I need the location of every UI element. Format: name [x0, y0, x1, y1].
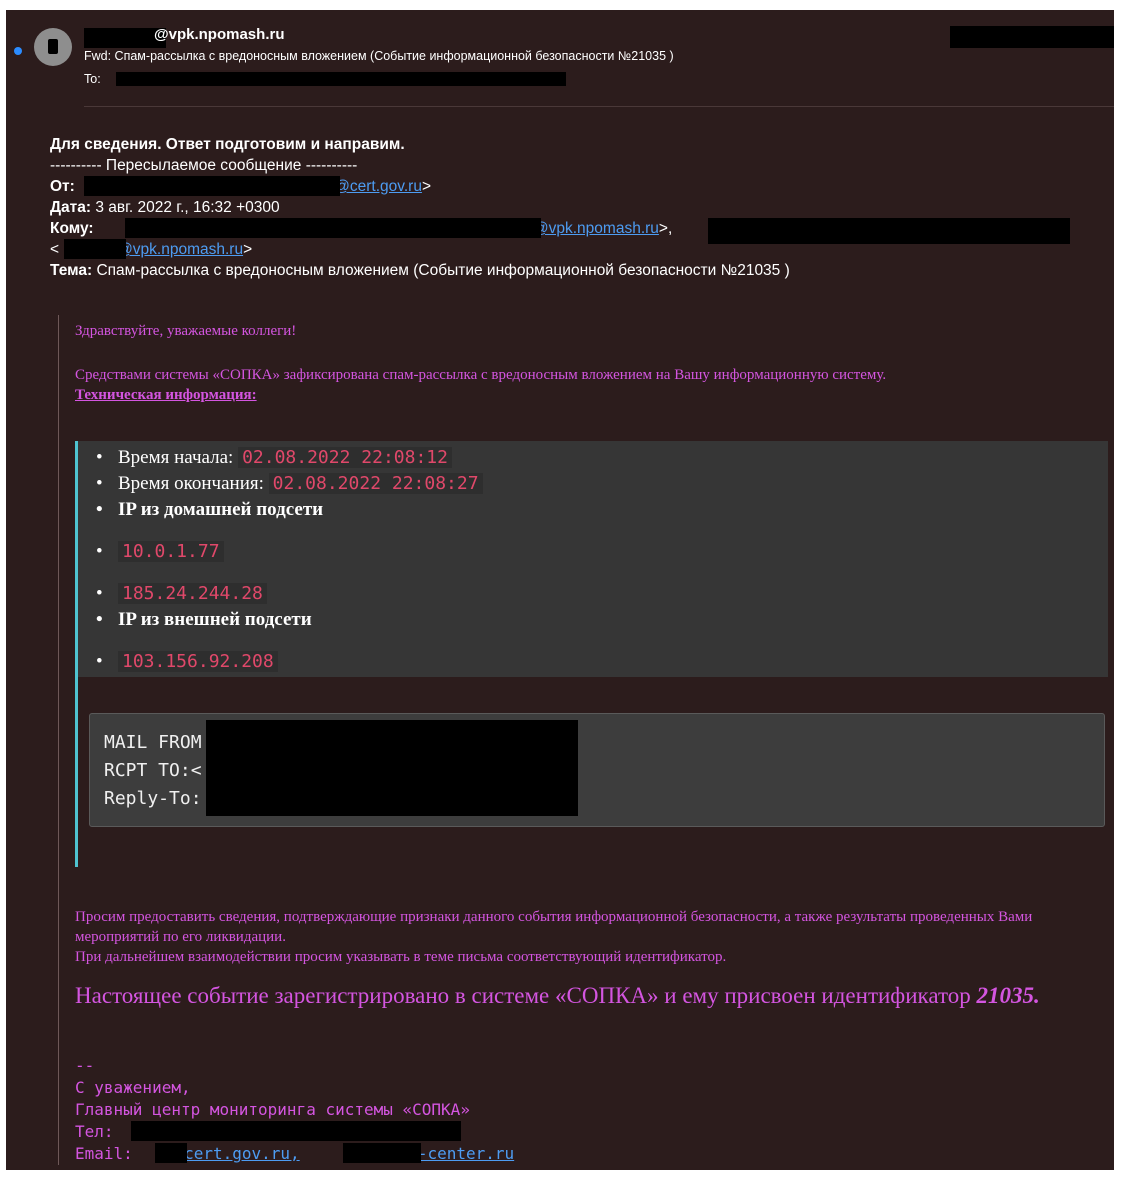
start-time-item: Время начала: 02.08.2022 22:08:12: [96, 447, 452, 469]
home-ip-item-1: 10.0.1.77: [96, 541, 224, 563]
signature-email-link-1[interactable]: @cert.gov.ru,: [174, 1144, 299, 1163]
email-subject: Fwd: Спам-рассылка с вредоносным вложени…: [84, 49, 674, 63]
redaction-email-2: [343, 1143, 421, 1163]
registration-text: Настоящее событие зарегистрировано в сис…: [75, 983, 971, 1008]
from-email-link[interactable]: @cert.gov.ru: [334, 178, 422, 195]
redaction-smtp: [206, 720, 578, 816]
registration-notice: Настоящее событие зарегистрировано в сис…: [75, 983, 1040, 1009]
start-time-label: Время начала:: [118, 447, 234, 468]
external-ip-item-1: 103.156.92.208: [96, 651, 278, 673]
date-label: Дата:: [50, 199, 92, 216]
unread-indicator: [14, 47, 22, 55]
header-divider: [84, 106, 1114, 107]
paragraph-detection: Средствами системы «СОПКА» зафиксирована…: [75, 365, 886, 405]
signature-dashes: --: [75, 1056, 95, 1075]
avatar-redaction: [48, 39, 58, 54]
to-email-link-1[interactable]: @vpk.npomash.ru: [533, 220, 659, 237]
redaction-recipient: [116, 72, 566, 86]
from-label: От:: [50, 178, 75, 195]
signature-regards: С уважением,: [75, 1078, 191, 1097]
request-text: Просим предоставить сведения, подтвержда…: [75, 909, 1033, 945]
recipient-label: To:: [84, 72, 101, 86]
redaction-tel: [131, 1121, 461, 1141]
mail-from-line: MAIL FROM: [104, 732, 202, 753]
quote-accent-bar: [75, 677, 78, 867]
end-time-label: Время окончания:: [118, 473, 264, 494]
to-email-link-2[interactable]: @vpk.npomash.ru: [117, 241, 243, 258]
redaction-date: [950, 26, 1114, 48]
home-subnet-heading: IP из домашней подсети: [96, 499, 323, 521]
external-subnet-heading: IP из внешней подсети: [96, 609, 312, 631]
subject-value: Спам-рассылка с вредоносным вложением (С…: [96, 262, 790, 279]
forward-intro: Для сведения. Ответ подготовим и направи…: [50, 136, 405, 153]
signature-email: Email: @cert.gov.ru, @avz-center.ru: [75, 1143, 514, 1165]
forward-subject-line: Тема: Спам-рассылка с вредоносным вложен…: [50, 260, 790, 281]
to-label: Кому:: [50, 220, 94, 237]
redaction-from: [84, 176, 340, 196]
smtp-headers-box: MAIL FROM RCPT TO:< Reply-To:: [89, 713, 1105, 827]
start-time-value: 02.08.2022 22:08:12: [238, 447, 452, 468]
identifier-note: При дальнейшем взаимодействии просим ука…: [75, 949, 727, 965]
reply-to-line: Reply-To:: [104, 788, 202, 809]
end-time-value: 02.08.2022 22:08:27: [268, 473, 483, 494]
quoted-message: Здравствуйте, уважаемые коллеги! Средств…: [58, 315, 1111, 1165]
home-ip-value-1: 10.0.1.77: [118, 541, 224, 562]
forward-date-line: Дата: 3 авг. 2022 г., 16:32 +0300: [50, 197, 790, 218]
date-value: 3 авг. 2022 г., 16:32 +0300: [95, 199, 280, 216]
end-time-item: Время окончания: 02.08.2022 22:08:27: [96, 473, 483, 495]
tech-info-box: Время начала: 02.08.2022 22:08:12 Время …: [75, 441, 1108, 677]
detection-text: Средствами системы «СОПКА» зафиксирована…: [75, 367, 887, 383]
tech-info-heading: Техническая информация:: [75, 387, 257, 403]
redaction-to-3: [64, 239, 126, 259]
signature-org: Главный центр мониторинга системы «СОПКА…: [75, 1100, 470, 1119]
email-reading-pane: @vpk.npomash.ru Fwd: Спам-рассылка с вре…: [6, 10, 1114, 1170]
redaction-email-1: [155, 1143, 187, 1163]
sender-address[interactable]: @vpk.npomash.ru: [84, 26, 284, 43]
redaction-to-2: [708, 218, 1070, 244]
email-label: Email:: [75, 1144, 133, 1163]
sender-avatar[interactable]: [34, 28, 72, 66]
external-ip-value-1: 103.156.92.208: [118, 651, 278, 672]
redaction-to-1: [125, 218, 541, 238]
paragraph-request: Просим предоставить сведения, подтвержда…: [75, 907, 1105, 967]
subject-label: Тема:: [50, 262, 93, 279]
rcpt-to-line: RCPT TO:<: [104, 760, 202, 781]
home-ip-value-2: 185.24.244.28: [118, 583, 267, 604]
forward-separator: ---------- Пересылаемое сообщение ------…: [50, 157, 358, 174]
forward-to-line-2: < @vpk.npomash.ru>: [50, 241, 253, 258]
signature: -- С уважением, Главный центр мониторинг…: [75, 1055, 514, 1165]
event-id: 21035.: [976, 983, 1040, 1008]
tel-label: Тел:: [75, 1122, 114, 1141]
greeting: Здравствуйте, уважаемые коллеги!: [75, 323, 297, 339]
home-ip-item-2: 185.24.244.28: [96, 583, 267, 605]
forward-block: Для сведения. Ответ подготовим и направи…: [50, 134, 790, 281]
